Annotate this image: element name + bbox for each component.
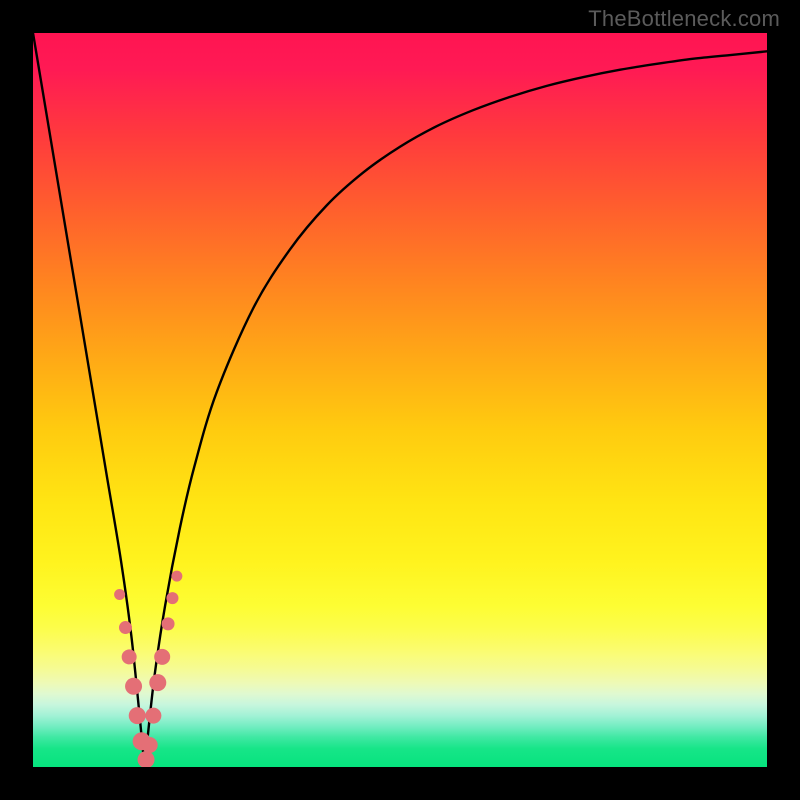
marker-dot: [138, 751, 155, 767]
plot-area: [33, 33, 767, 767]
marker-dot: [122, 649, 137, 664]
highlighted-points: [114, 571, 182, 767]
marker-dot: [154, 649, 170, 665]
marker-dot: [166, 592, 178, 604]
marker-dot: [171, 571, 182, 582]
marker-dot: [142, 737, 158, 753]
marker-dot: [145, 708, 161, 724]
marker-dot: [114, 589, 125, 600]
marker-dot: [125, 678, 142, 695]
bottleneck-curve: [33, 33, 767, 767]
attribution-label: TheBottleneck.com: [588, 6, 780, 32]
curve-layer: [33, 33, 767, 767]
marker-dot: [149, 674, 166, 691]
marker-dot: [129, 707, 146, 724]
marker-dot: [162, 617, 175, 630]
marker-dot: [119, 621, 132, 634]
chart-frame: TheBottleneck.com: [0, 0, 800, 800]
